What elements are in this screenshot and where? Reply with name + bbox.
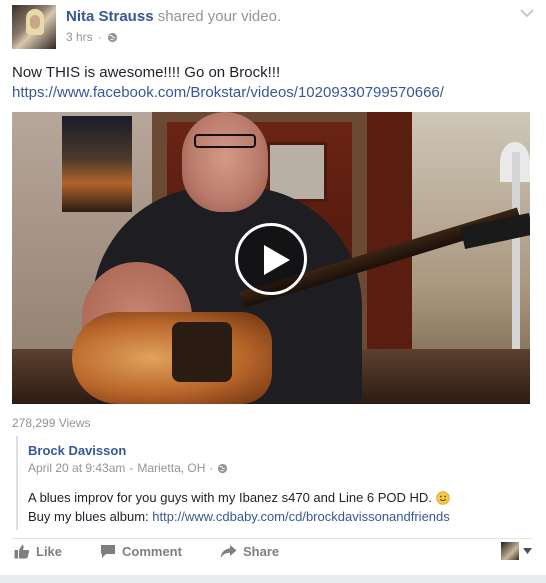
shared-description: A blues improv for you guys with my Iban…	[28, 490, 450, 505]
globe-icon[interactable]	[107, 32, 118, 43]
thumbs-up-icon	[14, 545, 30, 559]
video-player[interactable]	[12, 112, 530, 404]
globe-icon[interactable]	[217, 463, 228, 474]
action-bar: Like Comment Share	[12, 544, 532, 566]
share-button[interactable]: Share	[220, 544, 279, 559]
like-label: Like	[36, 544, 63, 559]
share-arrow-icon	[220, 545, 237, 558]
wall-poster	[62, 116, 132, 212]
chevron-down-icon	[523, 548, 532, 554]
smile-icon	[436, 490, 450, 505]
post-link[interactable]: https://www.facebook.com/Brokstar/videos…	[12, 84, 444, 101]
share-label: Share	[243, 544, 280, 559]
author-name[interactable]: Nita Strauss	[66, 8, 154, 25]
post-as-selector[interactable]	[501, 542, 532, 560]
comment-label: Comment	[122, 544, 182, 559]
view-count: 278,299 Views	[12, 416, 91, 430]
shared-buy-line: Buy my blues album: http://www.cdbaby.co…	[28, 509, 450, 524]
feed-post: Nita Strauss shared your video. 3 hrs · …	[0, 0, 546, 583]
action-divider	[12, 538, 532, 539]
shared-date[interactable]: April 20 at 9:43am	[28, 461, 125, 475]
meta-separator: ·	[209, 461, 214, 475]
play-icon[interactable]	[235, 223, 307, 295]
shared-author-name[interactable]: Brock Davisson	[28, 443, 126, 458]
chevron-down-icon[interactable]	[520, 8, 534, 18]
post-action-text: shared your video.	[157, 8, 282, 25]
post-status-text: Now THIS is awesome!!!! Go on Brock!!!	[12, 64, 281, 81]
comment-button[interactable]: Comment	[100, 544, 182, 559]
post-header: Nita Strauss shared your video.	[66, 8, 281, 25]
shared-description-text: A blues improv for you guys with my Iban…	[28, 490, 432, 505]
meta-separator: ·	[97, 30, 102, 44]
post-timestamp[interactable]: 3 hrs	[66, 30, 93, 44]
viewer-avatar	[501, 542, 519, 560]
post-meta: 3 hrs ·	[66, 30, 118, 44]
shared-location[interactable]: Marietta, OH	[137, 461, 205, 475]
speech-bubble-icon	[101, 545, 115, 558]
author-avatar[interactable]	[12, 5, 56, 49]
meta-separator: -	[129, 461, 134, 475]
shared-video-attachment: Brock Davisson April 20 at 9:43am - Mari…	[16, 436, 526, 530]
shared-buy-link[interactable]: http://www.cdbaby.com/cd/brockdavissonan…	[152, 509, 449, 524]
shared-buy-prefix: Buy my blues album:	[28, 509, 149, 524]
shared-meta: April 20 at 9:43am - Marietta, OH ·	[28, 461, 228, 475]
like-button[interactable]: Like	[14, 544, 62, 559]
feed-background	[0, 575, 546, 583]
